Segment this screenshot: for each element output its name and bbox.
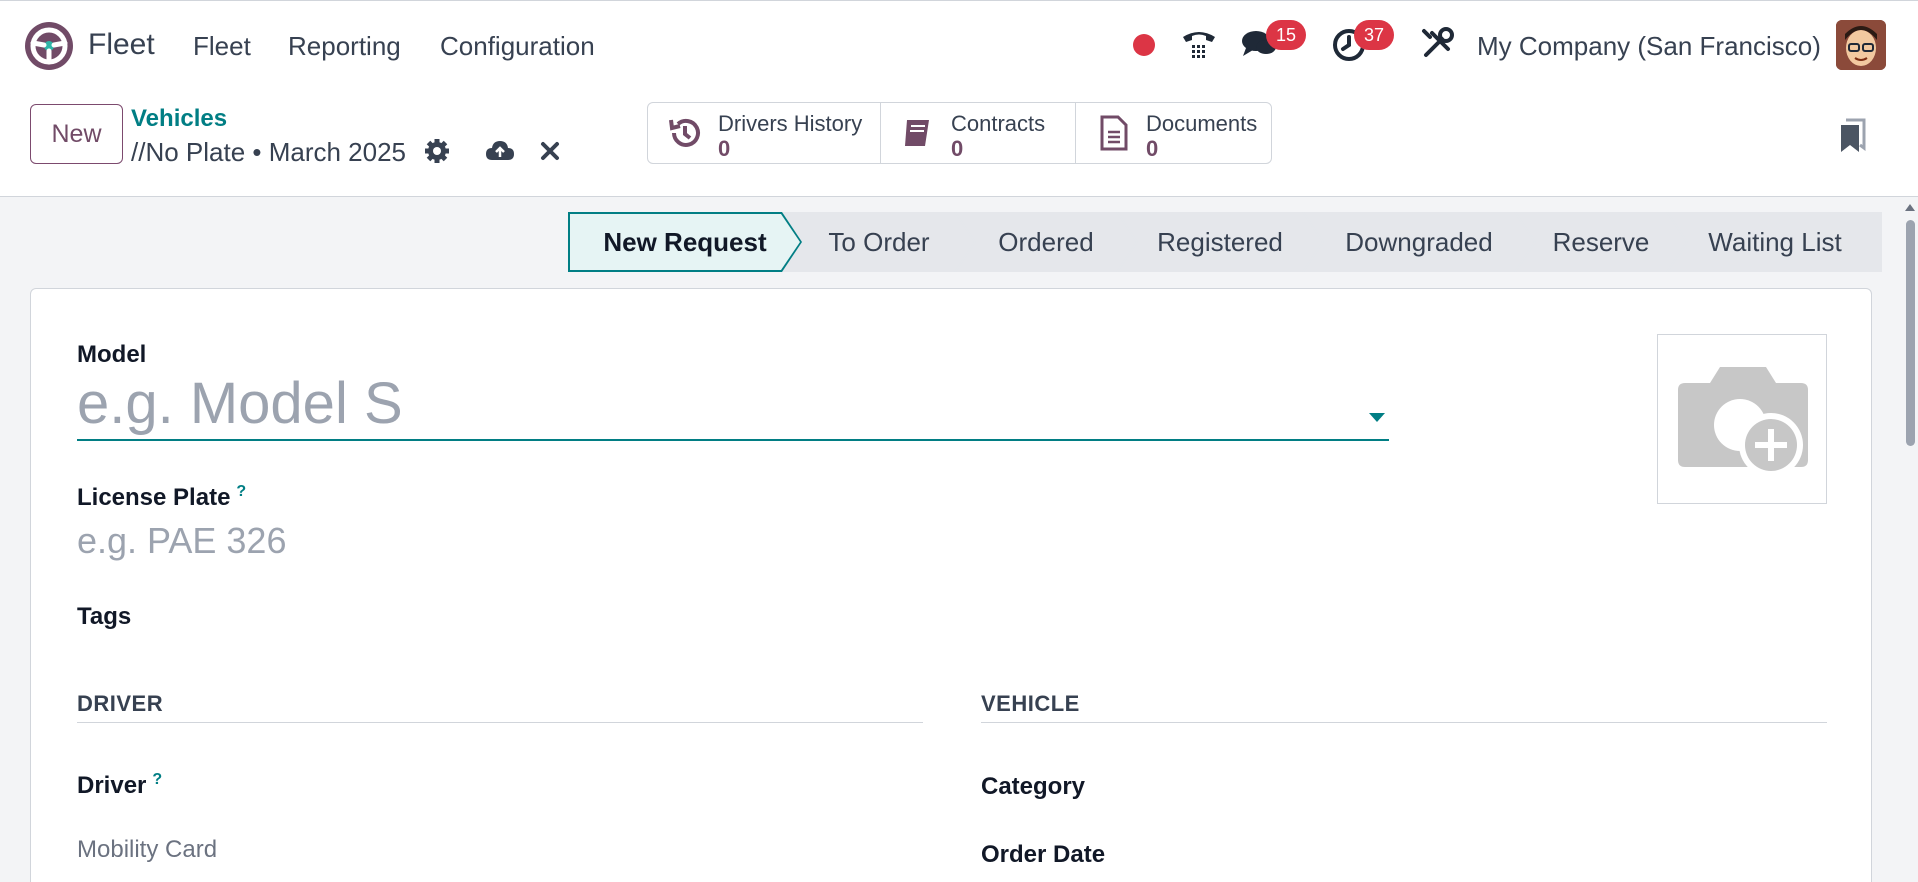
stage-downgraded[interactable]: Downgraded <box>1304 212 1534 272</box>
smart-buttons: Drivers History 0 Contracts 0 Documents … <box>647 102 1272 164</box>
menu-fleet[interactable]: Fleet <box>193 31 251 62</box>
license-plate-input[interactable] <box>77 517 677 565</box>
record-title: //No Plate • March 2025 <box>131 137 407 167</box>
vehicle-image-upload[interactable] <box>1657 334 1827 504</box>
document-icon <box>1100 115 1128 151</box>
license-plate-label: License Plate? <box>77 483 246 512</box>
menu-configuration[interactable]: Configuration <box>440 31 595 62</box>
documents-button[interactable]: Documents 0 <box>1076 103 1271 163</box>
avatar[interactable] <box>1836 20 1886 70</box>
control-panel: New Vehicles //No Plate • March 2025 Dri… <box>0 90 1918 197</box>
scroll-up-icon[interactable] <box>1905 204 1915 211</box>
stage-registered[interactable]: Registered <box>1118 212 1322 272</box>
company-switcher[interactable]: My Company (San Francisco) <box>1477 31 1821 62</box>
drivers-history-button[interactable]: Drivers History 0 <box>648 103 881 163</box>
form-sheet: Model License Plate? Tags DRIVER VEHICLE… <box>30 288 1872 882</box>
activities-badge: 37 <box>1354 20 1394 50</box>
top-navbar: Fleet Fleet Reporting Configuration 15 3… <box>0 0 1918 90</box>
drivers-history-label: Drivers History <box>718 111 863 136</box>
stage-ordered[interactable]: Ordered <box>956 212 1136 272</box>
driver-help-icon[interactable]: ? <box>152 771 162 788</box>
drivers-history-count: 0 <box>718 136 731 161</box>
tags-label: Tags <box>77 603 132 630</box>
vehicle-section-divider <box>981 722 1827 723</box>
scrollbar[interactable] <box>1902 198 1918 882</box>
status-bar: New Request To Order Ordered Registered … <box>568 212 1882 272</box>
discard-icon[interactable] <box>535 136 565 166</box>
mobility-card-label: Mobility Card <box>77 836 218 863</box>
stage-to-order[interactable]: To Order <box>784 212 974 272</box>
order-date-label: Order Date <box>981 841 1106 868</box>
model-input[interactable] <box>77 367 1389 441</box>
stage-new-request[interactable]: New Request <box>568 212 802 272</box>
stage-waiting-list[interactable]: Waiting List <box>1668 212 1882 272</box>
history-icon <box>669 118 700 147</box>
contracts-label: Contracts <box>951 111 1046 136</box>
breadcrumb-vehicles[interactable]: Vehicles <box>131 105 227 133</box>
tools-icon[interactable] <box>1418 25 1456 63</box>
contracts-count: 0 <box>951 136 964 161</box>
stage-reserve[interactable]: Reserve <box>1516 212 1686 272</box>
driver-label: Driver? <box>77 771 162 800</box>
contracts-button[interactable]: Contracts 0 <box>881 103 1076 163</box>
license-plate-label-text: License Plate <box>77 484 231 511</box>
save-cloud-icon[interactable] <box>485 136 515 166</box>
phone-icon[interactable] <box>1180 25 1218 63</box>
camera-plus-icon <box>1678 367 1808 477</box>
fleet-logo-icon[interactable] <box>24 21 74 71</box>
documents-count: 0 <box>1146 136 1159 161</box>
vehicle-section-title: VEHICLE <box>981 691 1080 716</box>
driver-section-divider <box>77 722 923 723</box>
menu-reporting[interactable]: Reporting <box>288 31 401 62</box>
scroll-thumb[interactable] <box>1906 220 1915 446</box>
driver-section-title: DRIVER <box>77 691 164 716</box>
driver-label-text: Driver <box>77 772 147 799</box>
license-plate-help-icon[interactable]: ? <box>236 483 246 500</box>
chevron-down-icon[interactable] <box>1369 413 1385 422</box>
stage-new-request-label: New Request <box>570 214 800 270</box>
new-button[interactable]: New <box>30 104 123 164</box>
book-icon <box>905 120 929 146</box>
record-icon[interactable] <box>1133 34 1155 56</box>
gear-icon[interactable] <box>422 136 452 166</box>
messages-badge: 15 <box>1266 20 1306 50</box>
bookmark-icon[interactable] <box>1838 118 1868 154</box>
documents-label: Documents <box>1146 111 1258 136</box>
app-name[interactable]: Fleet <box>88 28 155 62</box>
model-label: Model <box>77 341 147 368</box>
category-label: Category <box>981 773 1086 800</box>
